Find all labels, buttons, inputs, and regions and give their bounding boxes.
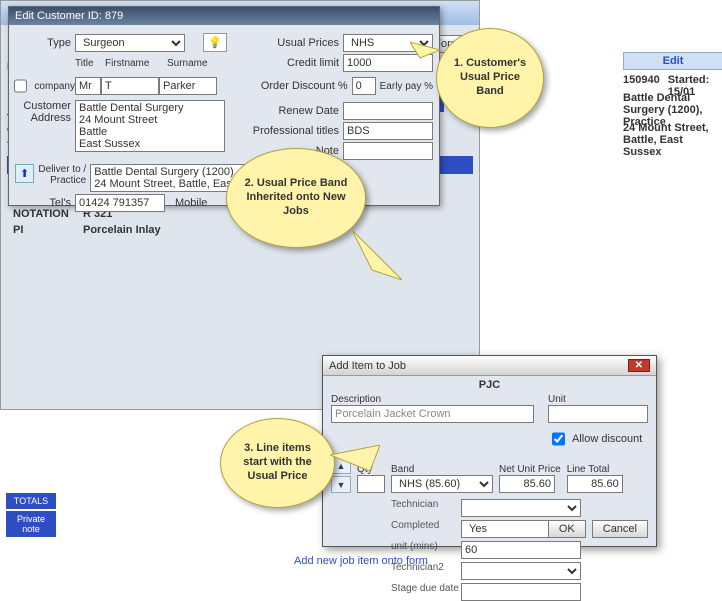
renew-date-label: Renew Date <box>225 105 343 117</box>
title-input[interactable] <box>75 77 101 95</box>
totals-label: TOTALS <box>6 493 56 509</box>
ok-button[interactable]: OK <box>548 520 586 538</box>
item-code: PJC <box>323 376 656 394</box>
band-select[interactable]: NHS (85.60) <box>391 475 493 493</box>
order-discount-input[interactable] <box>352 77 376 95</box>
surname-input[interactable] <box>159 77 217 95</box>
callout-1-tail <box>410 38 440 62</box>
callout-2-tail <box>352 230 402 280</box>
state-value: Edit <box>630 55 716 67</box>
net-unit-input[interactable] <box>499 475 555 493</box>
type-select[interactable]: Surgeon <box>75 34 185 52</box>
close-icon[interactable]: ✕ <box>628 359 650 372</box>
prof-titles-input[interactable] <box>343 122 433 140</box>
address-input[interactable]: Battle Dental Surgery 24 Mount Street Ba… <box>75 100 225 152</box>
unit-mins-label: unit (mins) <box>391 541 461 559</box>
early-pay-label: Early pay % <box>380 81 433 92</box>
edit-customer-window: Edit Customer ID: 879 Type Surgeon 💡 Usu… <box>8 6 440 206</box>
address-label: Customer Address <box>15 100 75 124</box>
qty-down-icon[interactable]: ▼ <box>331 476 351 493</box>
unit-mins-input[interactable] <box>461 541 581 559</box>
tels-input[interactable] <box>75 194 165 212</box>
title-label: Title <box>75 58 105 69</box>
unit-input <box>548 405 648 423</box>
add-item-title: Add Item to Job <box>329 360 406 372</box>
prof-titles-label: Professional titles <box>225 125 343 137</box>
line-total-label: Line Total <box>567 464 623 475</box>
allow-discount-checkbox[interactable] <box>552 430 565 448</box>
stage-due-label: Stage due date <box>391 583 461 601</box>
net-unit-label: Net Unit Price <box>499 464 561 475</box>
qty-input[interactable] <box>357 475 385 493</box>
firstname-input[interactable] <box>101 77 159 95</box>
renew-date-input[interactable] <box>343 102 433 120</box>
tels-label: Tel's <box>15 197 75 209</box>
technician2-select[interactable] <box>461 562 581 580</box>
cancel-button[interactable]: Cancel <box>592 520 648 538</box>
lightbulb-icon[interactable]: 💡 <box>203 33 227 52</box>
completed-label: Completed <box>391 520 461 538</box>
technician-select[interactable] <box>461 499 581 517</box>
stage-due-input[interactable] <box>461 583 581 601</box>
desc-label: Description <box>331 394 534 405</box>
band-label: Band <box>391 464 493 475</box>
mobile-label: Mobile <box>175 197 211 209</box>
private-note[interactable]: Private note <box>6 511 56 537</box>
company-label: company <box>34 81 75 92</box>
allow-discount-label: Allow discount <box>572 433 642 445</box>
technician-label: Technician <box>391 499 461 517</box>
order-discount-label: Order Discount % <box>217 80 352 92</box>
type-label: Type <box>15 37 75 49</box>
edit-customer-title: Edit Customer ID: 879 <box>9 7 439 25</box>
callout-2: 2. Usual Price Band Inherited onto New J… <box>226 148 366 248</box>
callout-3: 3. Line items start with the Usual Price <box>220 418 335 508</box>
delv-addr: 24 Mount Street, Battle, East Sussex <box>623 122 722 158</box>
unit-label: Unit <box>548 394 648 405</box>
technician2-label: Technician2 <box>391 562 461 580</box>
line-total-input <box>567 475 623 493</box>
company-checkbox[interactable] <box>14 77 27 95</box>
credit-limit-label: Credit limit <box>229 57 343 69</box>
usual-prices-label: Usual Prices <box>227 37 343 49</box>
surname-label: Surname <box>167 58 229 69</box>
deliver-label: Deliver to / Practice <box>38 164 90 186</box>
desc-input <box>331 405 534 423</box>
firstname-label: Firstname <box>105 58 167 69</box>
callout-1: 1. Customer's Usual Price Band <box>436 28 544 128</box>
note-input[interactable] <box>343 142 433 160</box>
callout-3-tail <box>330 445 380 475</box>
arrow-up-icon[interactable]: ⬆ <box>15 164 34 183</box>
